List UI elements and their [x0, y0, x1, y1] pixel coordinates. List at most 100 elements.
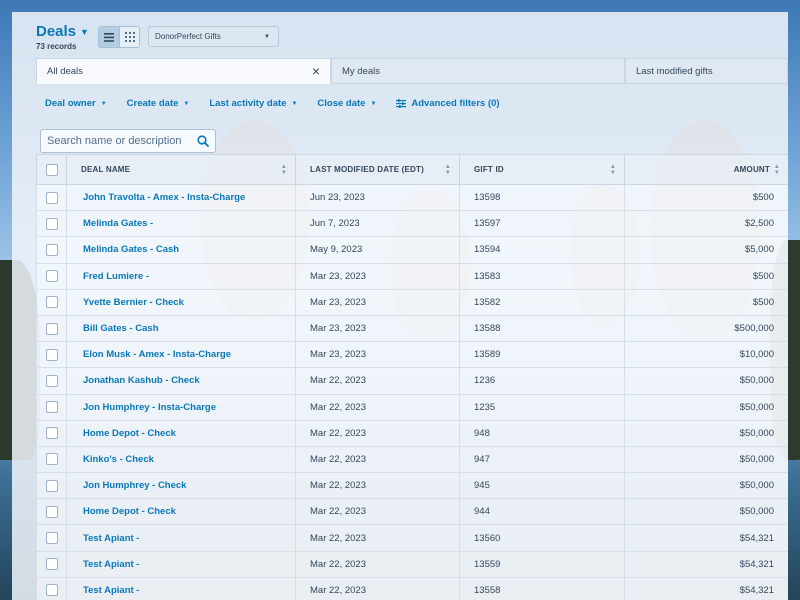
row-checkbox[interactable] [45, 322, 58, 335]
deal-name-link[interactable]: Melinda Gates - [66, 210, 296, 238]
column-header-last-modified[interactable]: LAST MODIFIED DATE (EDT) ▲ ▼ [295, 154, 460, 185]
deal-name-link[interactable]: Jon Humphrey - Insta-Charge [66, 393, 296, 421]
table-row[interactable]: Test Apiant - Mar 22, 2023 13560 $54,321 [36, 524, 788, 552]
gift-id: 945 [459, 472, 625, 500]
board-view-button[interactable] [119, 27, 139, 47]
table-row[interactable]: Test Apiant - Mar 22, 2023 13558 $54,321 [36, 576, 788, 600]
deal-name-link[interactable]: John Travolta - Amex - Insta-Charge [66, 183, 296, 212]
last-modified-date: Mar 23, 2023 [295, 314, 460, 343]
last-modified-date: Mar 23, 2023 [295, 341, 460, 369]
table-row[interactable]: Jon Humphrey - Check Mar 22, 2023 945 $50,0… [36, 472, 788, 500]
last-modified-date: Mar 22, 2023 [295, 419, 460, 447]
gift-id: 13597 [459, 210, 625, 238]
table-row[interactable]: John Travolta - Amex - Insta-Charge Jun 2… [36, 183, 788, 212]
table-row[interactable]: Kinko's - Check Mar 22, 2023 947 $50,000 [36, 445, 788, 474]
filter-sliders-icon [396, 99, 407, 108]
table-row[interactable]: Yvette Bernier - Check Mar 23, 2023 13582 $… [36, 288, 788, 316]
deal-name-link[interactable]: Test Apiant - [66, 524, 296, 552]
chevron-down-icon: ▼ [183, 100, 190, 107]
filter-deal-owner[interactable]: Deal owner ▼ [45, 98, 107, 109]
deal-name-link[interactable]: Bill Gates - Cash [66, 314, 296, 343]
sort-icon[interactable]: ▲ ▼ [610, 164, 616, 176]
amount: $500 [624, 183, 788, 212]
row-select-cell [36, 341, 67, 369]
table-row[interactable]: Fred Lumiere - Mar 23, 2023 13583 $500 [36, 262, 788, 290]
tab-my-deals[interactable]: My deals [331, 58, 625, 84]
search-input[interactable] [47, 135, 187, 147]
sort-icon[interactable]: ▲ ▼ [774, 164, 780, 176]
table-row[interactable]: Melinda Gates - Jun 7, 2023 13597 $2,500 [36, 210, 788, 238]
row-select-cell [36, 550, 67, 578]
filter-bar: Deal owner ▼ Create date ▼ Last activity… [45, 98, 500, 109]
search-icon[interactable] [197, 135, 209, 147]
row-checkbox[interactable] [45, 505, 58, 518]
deal-name-link[interactable]: Kinko's - Check [66, 445, 296, 474]
row-checkbox[interactable] [45, 584, 58, 597]
close-icon[interactable]: × [312, 64, 320, 78]
gift-id: 13589 [459, 341, 625, 369]
row-checkbox[interactable] [45, 479, 58, 492]
deal-name-link[interactable]: Elon Musk - Amex - Insta-Charge [66, 341, 296, 369]
amount: $54,321 [624, 524, 788, 552]
pipeline-select[interactable]: DonorPerfect Gifts ▼ [148, 26, 279, 47]
page-title: Deals [36, 23, 77, 40]
gift-id: 1236 [459, 367, 625, 395]
row-checkbox[interactable] [45, 296, 58, 309]
last-modified-date: Mar 22, 2023 [295, 550, 460, 578]
row-checkbox[interactable] [45, 243, 58, 256]
last-modified-date: Mar 23, 2023 [295, 262, 460, 290]
last-modified-date: Mar 22, 2023 [295, 393, 460, 421]
tab-all-deals[interactable]: All deals × [36, 58, 331, 84]
table-row[interactable]: Melinda Gates - Cash May 9, 2023 13594 $5,0… [36, 236, 788, 264]
advanced-filters-button[interactable]: Advanced filters (0) [396, 98, 500, 109]
list-view-button[interactable] [99, 27, 119, 47]
row-select-cell [36, 445, 67, 474]
column-header-amount[interactable]: AMOUNT ▲ ▼ [624, 154, 788, 185]
tab-last-modified-gifts[interactable]: Last modified gifts [625, 58, 788, 84]
deal-name-link[interactable]: Test Apiant - [66, 576, 296, 600]
gift-id: 1235 [459, 393, 625, 421]
select-all-checkbox[interactable] [45, 163, 58, 176]
row-checkbox[interactable] [45, 217, 58, 230]
title-dropdown[interactable]: Deals ▼ [36, 23, 89, 40]
row-checkbox[interactable] [45, 453, 58, 466]
amount: $54,321 [624, 550, 788, 578]
amount: $50,000 [624, 419, 788, 447]
row-checkbox[interactable] [45, 558, 58, 571]
deal-name-link[interactable]: Jon Humphrey - Check [66, 472, 296, 500]
deal-name-link[interactable]: Home Depot - Check [66, 419, 296, 447]
row-checkbox[interactable] [45, 374, 58, 387]
filter-close-date[interactable]: Close date ▼ [317, 98, 376, 109]
column-header-gift-id[interactable]: GIFT ID ▲ ▼ [459, 154, 625, 185]
gift-id: 947 [459, 445, 625, 474]
column-header-deal-name[interactable]: DEAL NAME ▲ ▼ [66, 154, 296, 185]
deal-name-link[interactable]: Home Depot - Check [66, 498, 296, 526]
row-checkbox[interactable] [45, 191, 58, 204]
row-checkbox[interactable] [45, 348, 58, 361]
table-row[interactable]: Home Depot - Check Mar 22, 2023 948 $50,000 [36, 419, 788, 447]
deal-name-link[interactable]: Melinda Gates - Cash [66, 236, 296, 264]
row-checkbox[interactable] [45, 427, 58, 440]
deal-name-link[interactable]: Fred Lumiere - [66, 262, 296, 290]
select-all-cell [36, 154, 67, 185]
table-row[interactable]: Test Apiant - Mar 22, 2023 13559 $54,321 [36, 550, 788, 578]
amount: $50,000 [624, 367, 788, 395]
deal-name-link[interactable]: Test Apiant - [66, 550, 296, 578]
row-checkbox[interactable] [45, 401, 58, 414]
filter-last-activity-date[interactable]: Last activity date ▼ [209, 98, 297, 109]
sort-icon[interactable]: ▲ ▼ [281, 164, 287, 176]
table-row[interactable]: Home Depot - Check Mar 22, 2023 944 $50,000 [36, 498, 788, 526]
gift-id: 13558 [459, 576, 625, 600]
filter-create-date[interactable]: Create date ▼ [127, 98, 190, 109]
table-row[interactable]: Elon Musk - Amex - Insta-Charge Mar 23, 2… [36, 341, 788, 369]
table-row[interactable]: Jon Humphrey - Insta-Charge Mar 22, 2023 1… [36, 393, 788, 421]
row-checkbox[interactable] [45, 270, 58, 283]
deal-name-link[interactable]: Yvette Bernier - Check [66, 288, 296, 316]
row-checkbox[interactable] [45, 532, 58, 545]
sort-icon[interactable]: ▲ ▼ [445, 164, 451, 176]
table-row[interactable]: Jonathan Kashub - Check Mar 22, 2023 1236 $… [36, 367, 788, 395]
row-select-cell [36, 393, 67, 421]
table-row[interactable]: Bill Gates - Cash Mar 23, 2023 13588 $500,0… [36, 314, 788, 343]
last-modified-date: Mar 22, 2023 [295, 367, 460, 395]
deal-name-link[interactable]: Jonathan Kashub - Check [66, 367, 296, 395]
